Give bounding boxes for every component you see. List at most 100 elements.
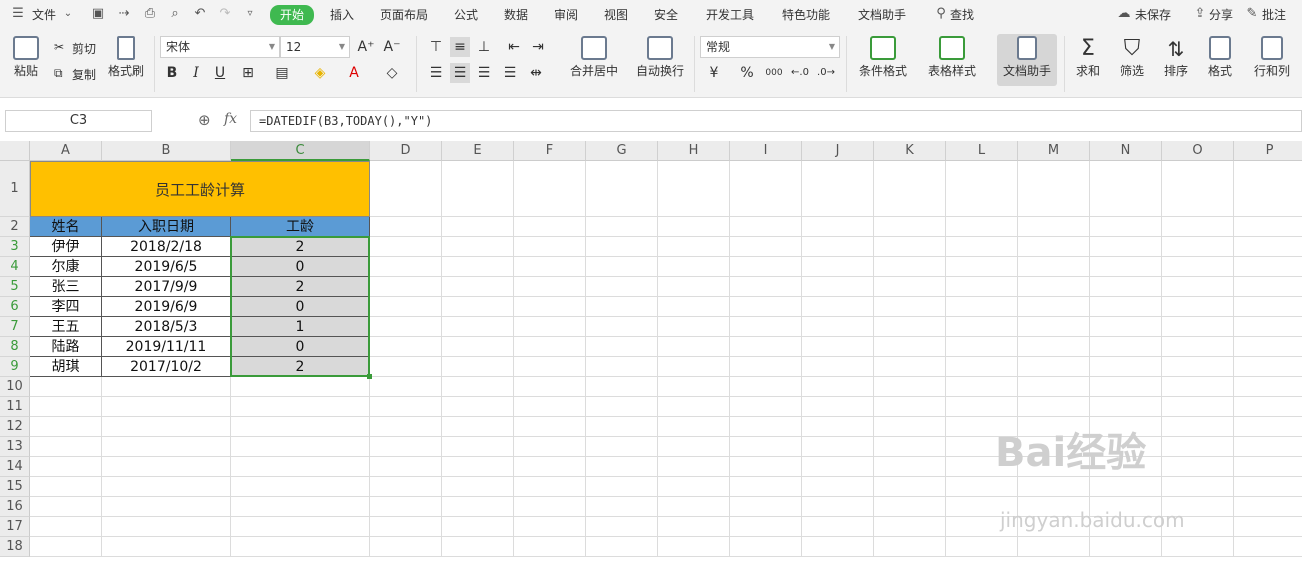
align-bottom-icon[interactable]: ⊥ [474,37,494,57]
row-header-8[interactable]: 8 [0,337,30,357]
grid-cell[interactable] [1234,457,1302,477]
grid-cell[interactable] [874,397,946,417]
grid-cell[interactable] [1234,337,1302,357]
grid-cell[interactable] [874,417,946,437]
redo-icon[interactable]: ↷ [217,6,233,22]
grid-cell[interactable] [730,161,802,217]
grid-cell[interactable] [586,417,658,437]
column-header-h[interactable]: H [658,141,730,161]
grid-cell[interactable] [1090,357,1162,377]
grid-cell[interactable] [802,297,874,317]
grid-cell[interactable] [1234,397,1302,417]
grid-cell[interactable] [442,517,514,537]
seniority-cell[interactable]: 0 [231,337,370,357]
grid-cell[interactable] [730,257,802,277]
align-left-icon[interactable]: ☰ [426,63,446,83]
grid-cell[interactable] [874,257,946,277]
grid-cell[interactable] [442,437,514,457]
tab-insert[interactable]: 插入 [330,6,354,24]
grid-cell[interactable] [1018,257,1090,277]
grid-cell[interactable] [802,537,874,557]
grid-cell[interactable] [1018,237,1090,257]
grid-cell[interactable] [1018,377,1090,397]
grid-cell[interactable] [730,537,802,557]
grid-cell[interactable] [1162,377,1234,397]
column-header-b[interactable]: B [102,141,231,161]
grid-cell[interactable] [514,357,586,377]
grid-cell[interactable] [442,397,514,417]
grid-cell[interactable] [586,437,658,457]
export-icon[interactable]: ⇢ [116,6,132,22]
cut-icon[interactable]: ✂ [54,40,64,54]
grid-cell[interactable] [370,417,442,437]
grid-cell[interactable] [514,161,586,217]
row-header-6[interactable]: 6 [0,297,30,317]
row-header-12[interactable]: 12 [0,417,30,437]
clear-format-icon[interactable]: ◇ [382,63,402,83]
grid-cell[interactable] [586,317,658,337]
grid-cell[interactable] [514,297,586,317]
grid-cell[interactable] [802,317,874,337]
grid-cell[interactable] [586,397,658,417]
grid-cell[interactable] [1090,297,1162,317]
grid-cell[interactable] [102,397,231,417]
grid-cell[interactable] [586,457,658,477]
grid-cell[interactable] [102,517,231,537]
grid-cell[interactable] [1090,337,1162,357]
grid-cell[interactable] [586,237,658,257]
bold-button[interactable]: B [162,63,182,83]
borders-icon[interactable]: ⊞ [238,63,258,83]
grid-cell[interactable] [1234,417,1302,437]
search-icon[interactable]: ⚲ [933,6,949,22]
grid-cell[interactable] [874,237,946,257]
grid-cell[interactable] [802,257,874,277]
grid-cell[interactable] [874,377,946,397]
row-header-13[interactable]: 13 [0,437,30,457]
grid-cell[interactable] [231,517,370,537]
grid-cell[interactable] [586,537,658,557]
print-icon[interactable]: ⎙ [142,6,158,22]
row-header-17[interactable]: 17 [0,517,30,537]
grid-cell[interactable] [874,517,946,537]
cut-button[interactable]: 剪切 [72,40,96,57]
name-cell[interactable]: 李四 [30,297,102,317]
grid-cell[interactable] [514,437,586,457]
name-cell[interactable]: 张三 [30,277,102,297]
grid-cell[interactable] [1090,537,1162,557]
grid-cell[interactable] [514,517,586,537]
grid-cell[interactable] [1162,257,1234,277]
grid-cell[interactable] [586,217,658,237]
grid-cell[interactable] [946,377,1018,397]
grid-cell[interactable] [730,357,802,377]
row-header-7[interactable]: 7 [0,317,30,337]
seniority-cell[interactable]: 2 [231,237,370,257]
grid-cell[interactable] [514,377,586,397]
grid-cell[interactable] [1090,161,1162,217]
grid-cell[interactable] [658,297,730,317]
hire-date-cell[interactable]: 2017/10/2 [102,357,231,377]
grid-cell[interactable] [1234,161,1302,217]
column-header-g[interactable]: G [586,141,658,161]
quick-access-dropdown-icon[interactable]: ▿ [242,6,258,22]
grid-cell[interactable] [514,257,586,277]
grid-cell[interactable] [730,237,802,257]
grid-cell[interactable] [586,517,658,537]
increase-decimal-icon[interactable]: ←.0 [790,63,810,83]
grid-cell[interactable] [730,377,802,397]
grid-cell[interactable] [658,417,730,437]
grid-cell[interactable] [1162,397,1234,417]
grid-cell[interactable] [802,517,874,537]
grid-cell[interactable] [30,377,102,397]
grid-cell[interactable] [658,277,730,297]
grid-cell[interactable] [1090,217,1162,237]
decrease-indent-icon[interactable]: ⇤ [504,37,524,57]
column-title-cell[interactable]: 姓名 [30,217,102,237]
grid-cell[interactable] [1234,317,1302,337]
column-header-n[interactable]: N [1090,141,1162,161]
undo-icon[interactable]: ↶ [192,6,208,22]
grid-cell[interactable] [658,537,730,557]
grid-cell[interactable] [442,277,514,297]
grid-cell[interactable] [102,377,231,397]
grid-cell[interactable] [514,397,586,417]
grid-cell[interactable] [1162,457,1234,477]
